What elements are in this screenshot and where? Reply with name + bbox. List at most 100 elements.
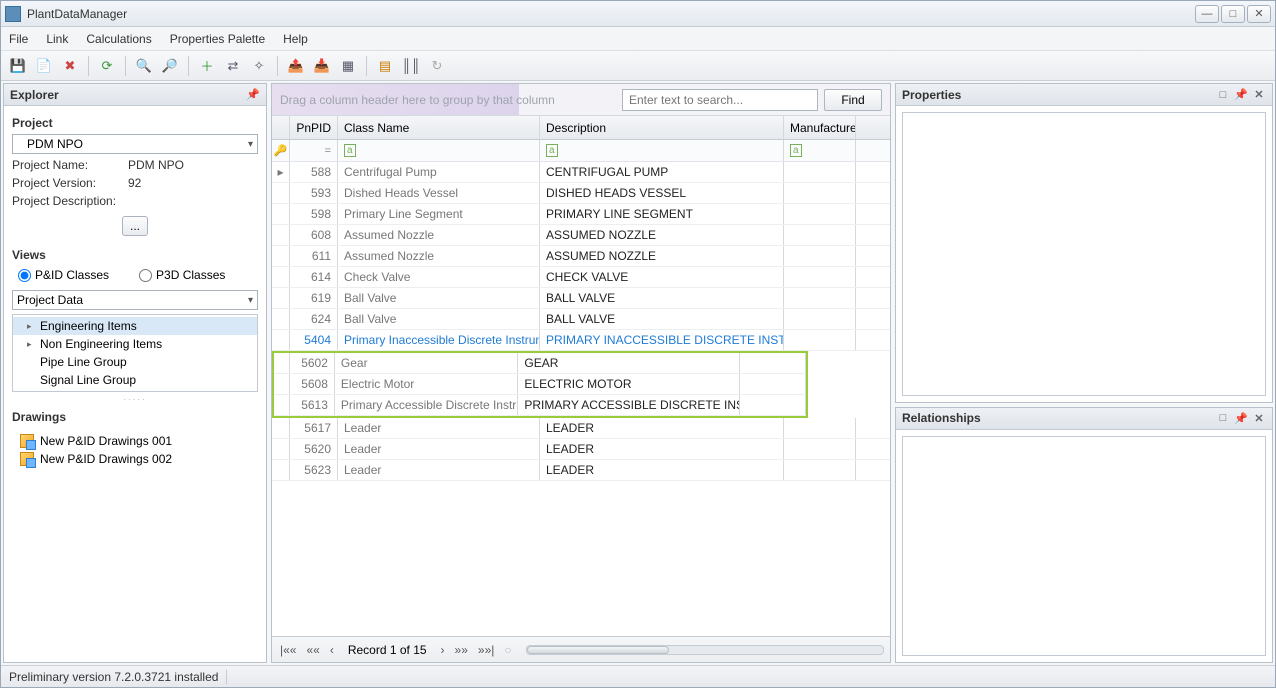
link-icon[interactable]: ⇄ (222, 55, 244, 77)
table-row[interactable]: 608Assumed NozzleASSUMED NOZZLE (272, 225, 890, 246)
radio-pid[interactable]: P&ID Classes (18, 268, 109, 282)
tree-item[interactable]: Pipe Line Group (13, 353, 257, 371)
drawing-item[interactable]: New P&ID Drawings 001 (20, 432, 250, 450)
expand-icon[interactable]: ▸ (27, 321, 36, 332)
cell-description: CENTRIFUGAL PUMP (540, 162, 784, 182)
filter-description[interactable]: a (540, 140, 784, 161)
table-row[interactable]: 5608Electric MotorELECTRIC MOTOR (274, 374, 806, 395)
find-button[interactable]: Find (824, 89, 882, 111)
toolbar: 💾 📄 ✖ ⟳ 🔍 🔎 ＋ ⇄ ✧ 📤 📥 ▦ ▤ ║║ ↻ (1, 51, 1275, 81)
nav-prev-icon[interactable]: ‹ (328, 643, 336, 657)
grid-body[interactable]: ▸588Centrifugal PumpCENTRIFUGAL PUMP593D… (272, 162, 890, 636)
new-icon[interactable]: 📄 (33, 55, 55, 77)
reload-icon[interactable]: ↻ (426, 55, 448, 77)
filter-indicator-icon[interactable]: 🔑 (272, 140, 290, 161)
close-button[interactable]: ✕ (1247, 5, 1271, 23)
cell-manufacturer (740, 395, 806, 415)
table-row[interactable]: 624Ball ValveBALL VALVE (272, 309, 890, 330)
row-marker (274, 353, 290, 373)
minimize-button[interactable]: — (1195, 5, 1219, 23)
search-icon[interactable]: 🔍 (133, 55, 155, 77)
col-classname[interactable]: Class Name (338, 116, 540, 139)
row-selector-header[interactable] (272, 116, 290, 139)
hscroll-thumb[interactable] (527, 646, 670, 654)
columns-icon[interactable]: ║║ (400, 55, 422, 77)
table-row[interactable]: 614Check ValveCHECK VALVE (272, 267, 890, 288)
table-row[interactable]: 5623LeaderLEADER (272, 460, 890, 481)
pin-icon[interactable]: 📌 (1234, 411, 1248, 425)
find-replace-icon[interactable]: 🔎 (159, 55, 181, 77)
swap-icon[interactable]: ✧ (248, 55, 270, 77)
table-row[interactable]: 5620LeaderLEADER (272, 439, 890, 460)
filter-pnpid[interactable]: = (290, 140, 338, 161)
menu-properties-palette[interactable]: Properties Palette (170, 32, 265, 46)
radio-pid-input[interactable] (18, 269, 31, 282)
maximize-panel-icon[interactable]: □ (1216, 411, 1230, 425)
project-dropdown[interactable]: PDM NPO ▾ (12, 134, 258, 154)
pin-icon[interactable]: 📌 (1234, 88, 1248, 102)
drawing-item[interactable]: New P&ID Drawings 002 (20, 450, 250, 468)
delete-icon[interactable]: ✖ (59, 55, 81, 77)
table-row[interactable]: 593Dished Heads VesselDISHED HEADS VESSE… (272, 183, 890, 204)
cell-pnpid: 598 (290, 204, 338, 224)
splitter-handle[interactable]: ····· (12, 396, 258, 402)
menu-calculations[interactable]: Calculations (86, 32, 151, 46)
group-hint[interactable]: Drag a column header here to group by th… (280, 93, 616, 107)
table-row[interactable]: 611Assumed NozzleASSUMED NOZZLE (272, 246, 890, 267)
project-name-label: Project Name: (12, 158, 122, 172)
refresh-icon[interactable]: ⟳ (96, 55, 118, 77)
table-row[interactable]: 5617LeaderLEADER (272, 418, 890, 439)
tree-item[interactable]: ▸Non Engineering Items (13, 335, 257, 353)
table-row[interactable]: 5602GearGEAR (274, 353, 806, 374)
cell-classname: Primary Inaccessible Discrete Instrument (338, 330, 540, 350)
drawing-label: New P&ID Drawings 001 (40, 434, 172, 448)
menu-file[interactable]: File (9, 32, 28, 46)
radio-p3d[interactable]: P3D Classes (139, 268, 225, 282)
nav-stop-icon[interactable]: ○ (502, 643, 513, 657)
relationships-header: Relationships □ 📌 ✕ (896, 408, 1272, 430)
row-marker (272, 460, 290, 480)
cell-pnpid: 624 (290, 309, 338, 329)
nav-first-icon[interactable]: |«« (278, 643, 298, 657)
hscroll-track[interactable] (526, 645, 884, 655)
filter-manufacturer[interactable]: a (784, 140, 856, 161)
col-pnpid[interactable]: PnPID (290, 116, 338, 139)
table-row[interactable]: 619Ball ValveBALL VALVE (272, 288, 890, 309)
nav-next-icon[interactable]: › (439, 643, 447, 657)
maximize-button[interactable]: □ (1221, 5, 1245, 23)
nav-nextpage-icon[interactable]: »» (453, 643, 470, 657)
table-row[interactable]: 5404Primary Inaccessible Discrete Instru… (272, 330, 890, 351)
table-row[interactable]: 5613Primary Accessible Discrete Instrume… (274, 395, 806, 416)
pin-icon[interactable]: 📌 (246, 88, 260, 102)
import-icon[interactable]: 📥 (311, 55, 333, 77)
tree-item[interactable]: Signal Line Group (13, 371, 257, 389)
close-panel-icon[interactable]: ✕ (1252, 411, 1266, 425)
expand-icon[interactable]: ▸ (27, 339, 36, 350)
col-manufacturer[interactable]: Manufacturer (784, 116, 856, 139)
menu-help[interactable]: Help (283, 32, 308, 46)
close-panel-icon[interactable]: ✕ (1252, 88, 1266, 102)
export-icon[interactable]: 📤 (285, 55, 307, 77)
radio-p3d-input[interactable] (139, 269, 152, 282)
nav-prevpage-icon[interactable]: «« (304, 643, 321, 657)
palette-icon[interactable]: ▤ (374, 55, 396, 77)
row-marker (272, 288, 290, 308)
save-icon[interactable]: 💾 (7, 55, 29, 77)
nav-last-icon[interactable]: »»| (476, 643, 496, 657)
cell-description: LEADER (540, 460, 784, 480)
col-description[interactable]: Description (540, 116, 784, 139)
table-row[interactable]: 598Primary Line SegmentPRIMARY LINE SEGM… (272, 204, 890, 225)
add-icon[interactable]: ＋ (196, 55, 218, 77)
views-dropdown[interactable]: Project Data ▾ (12, 290, 258, 310)
maximize-panel-icon[interactable]: □ (1216, 88, 1230, 102)
project-edit-button[interactable]: ... (122, 216, 148, 236)
cell-manufacturer (784, 330, 856, 350)
tree-item[interactable]: ▸Engineering Items (13, 317, 257, 335)
grid-icon[interactable]: ▦ (337, 55, 359, 77)
filter-classname[interactable]: a (338, 140, 540, 161)
search-input[interactable] (622, 89, 818, 111)
table-row[interactable]: ▸588Centrifugal PumpCENTRIFUGAL PUMP (272, 162, 890, 183)
menu-link[interactable]: Link (46, 32, 68, 46)
cell-description: DISHED HEADS VESSEL (540, 183, 784, 203)
cell-pnpid: 5613 (290, 395, 335, 415)
